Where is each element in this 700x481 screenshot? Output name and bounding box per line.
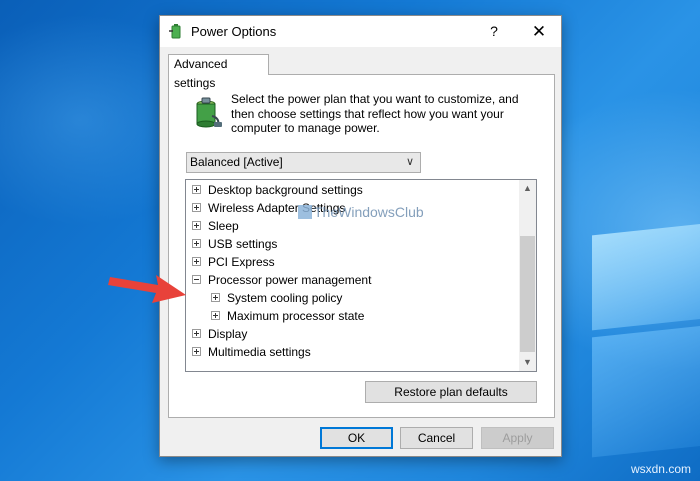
expand-icon[interactable]	[192, 185, 201, 195]
red-arrow-annotation-icon	[108, 275, 186, 303]
watermark-logo-icon	[298, 205, 312, 219]
tree-item[interactable]: Sleep	[192, 217, 239, 235]
tree-item[interactable]: Processor power management	[192, 271, 371, 289]
expand-icon[interactable]	[192, 257, 201, 267]
help-button[interactable]: ?	[471, 16, 517, 47]
tree-item[interactable]: Display	[192, 325, 247, 343]
site-watermark: wsxdn.com	[630, 462, 691, 476]
expand-icon[interactable]	[211, 293, 220, 303]
tree-item[interactable]: Maximum processor state	[211, 307, 364, 325]
desktop-window-logo-lower	[592, 322, 700, 458]
tab-advanced-settings[interactable]: Advanced settings	[168, 54, 269, 90]
tree-scrollbar[interactable]: ▲ ▼	[519, 180, 536, 371]
tree-item[interactable]: USB settings	[192, 235, 277, 253]
expand-icon[interactable]	[211, 311, 220, 321]
tree-item-label: Multimedia settings	[208, 345, 311, 359]
settings-tree[interactable]: Desktop background settings Wireless Adap…	[185, 179, 537, 372]
collapse-icon[interactable]	[192, 275, 201, 285]
expand-icon[interactable]	[192, 203, 201, 213]
restore-plan-defaults-button[interactable]: Restore plan defaults	[365, 381, 537, 403]
power-options-icon	[169, 24, 181, 39]
tree-item[interactable]: Desktop background settings	[192, 181, 363, 199]
watermark-text: TheWindowsClub	[314, 204, 424, 220]
power-plan-value: Balanced [Active]	[190, 155, 283, 169]
tree-item[interactable]: System cooling policy	[211, 289, 342, 307]
chevron-down-icon[interactable]: ∨	[404, 153, 416, 172]
apply-button[interactable]: Apply	[481, 427, 554, 449]
ok-button[interactable]: OK	[320, 427, 393, 449]
cancel-button[interactable]: Cancel	[400, 427, 473, 449]
scroll-thumb[interactable]	[520, 236, 535, 352]
scroll-down-arrow-icon[interactable]: ▼	[519, 354, 536, 371]
expand-icon[interactable]	[192, 329, 201, 339]
tree-item[interactable]: Multimedia settings	[192, 343, 311, 361]
expand-icon[interactable]	[192, 239, 201, 249]
expand-icon[interactable]	[192, 347, 201, 357]
tree-item-label: Desktop background settings	[208, 183, 363, 197]
tree-item-label: Processor power management	[208, 273, 372, 287]
battery-plan-icon	[196, 97, 222, 128]
advanced-settings-panel: Select the power plan that you want to c…	[168, 74, 555, 418]
expand-icon[interactable]	[192, 221, 201, 231]
tree-item-label: Maximum processor state	[227, 309, 365, 323]
instructions-text: Select the power plan that you want to c…	[231, 92, 519, 135]
watermark: TheWindowsClub	[298, 204, 424, 220]
power-options-dialog: Power Options ? ✕ Advanced settings Sele…	[159, 15, 562, 457]
window-title: Power Options	[191, 24, 277, 39]
title-bar[interactable]: Power Options ? ✕	[160, 16, 561, 47]
tree-item-label: PCI Express	[208, 255, 275, 269]
tree-item-label: USB settings	[208, 237, 278, 251]
tree-item-label: Display	[208, 327, 248, 341]
tree-item-label: System cooling policy	[227, 291, 343, 305]
scroll-up-arrow-icon[interactable]: ▲	[519, 180, 536, 197]
desktop-window-logo-upper	[592, 220, 700, 331]
tree-item[interactable]: PCI Express	[192, 253, 275, 271]
power-plan-dropdown[interactable]: Balanced [Active] ∨	[186, 152, 421, 173]
tree-item-label: Sleep	[208, 219, 239, 233]
close-button[interactable]: ✕	[516, 16, 562, 47]
